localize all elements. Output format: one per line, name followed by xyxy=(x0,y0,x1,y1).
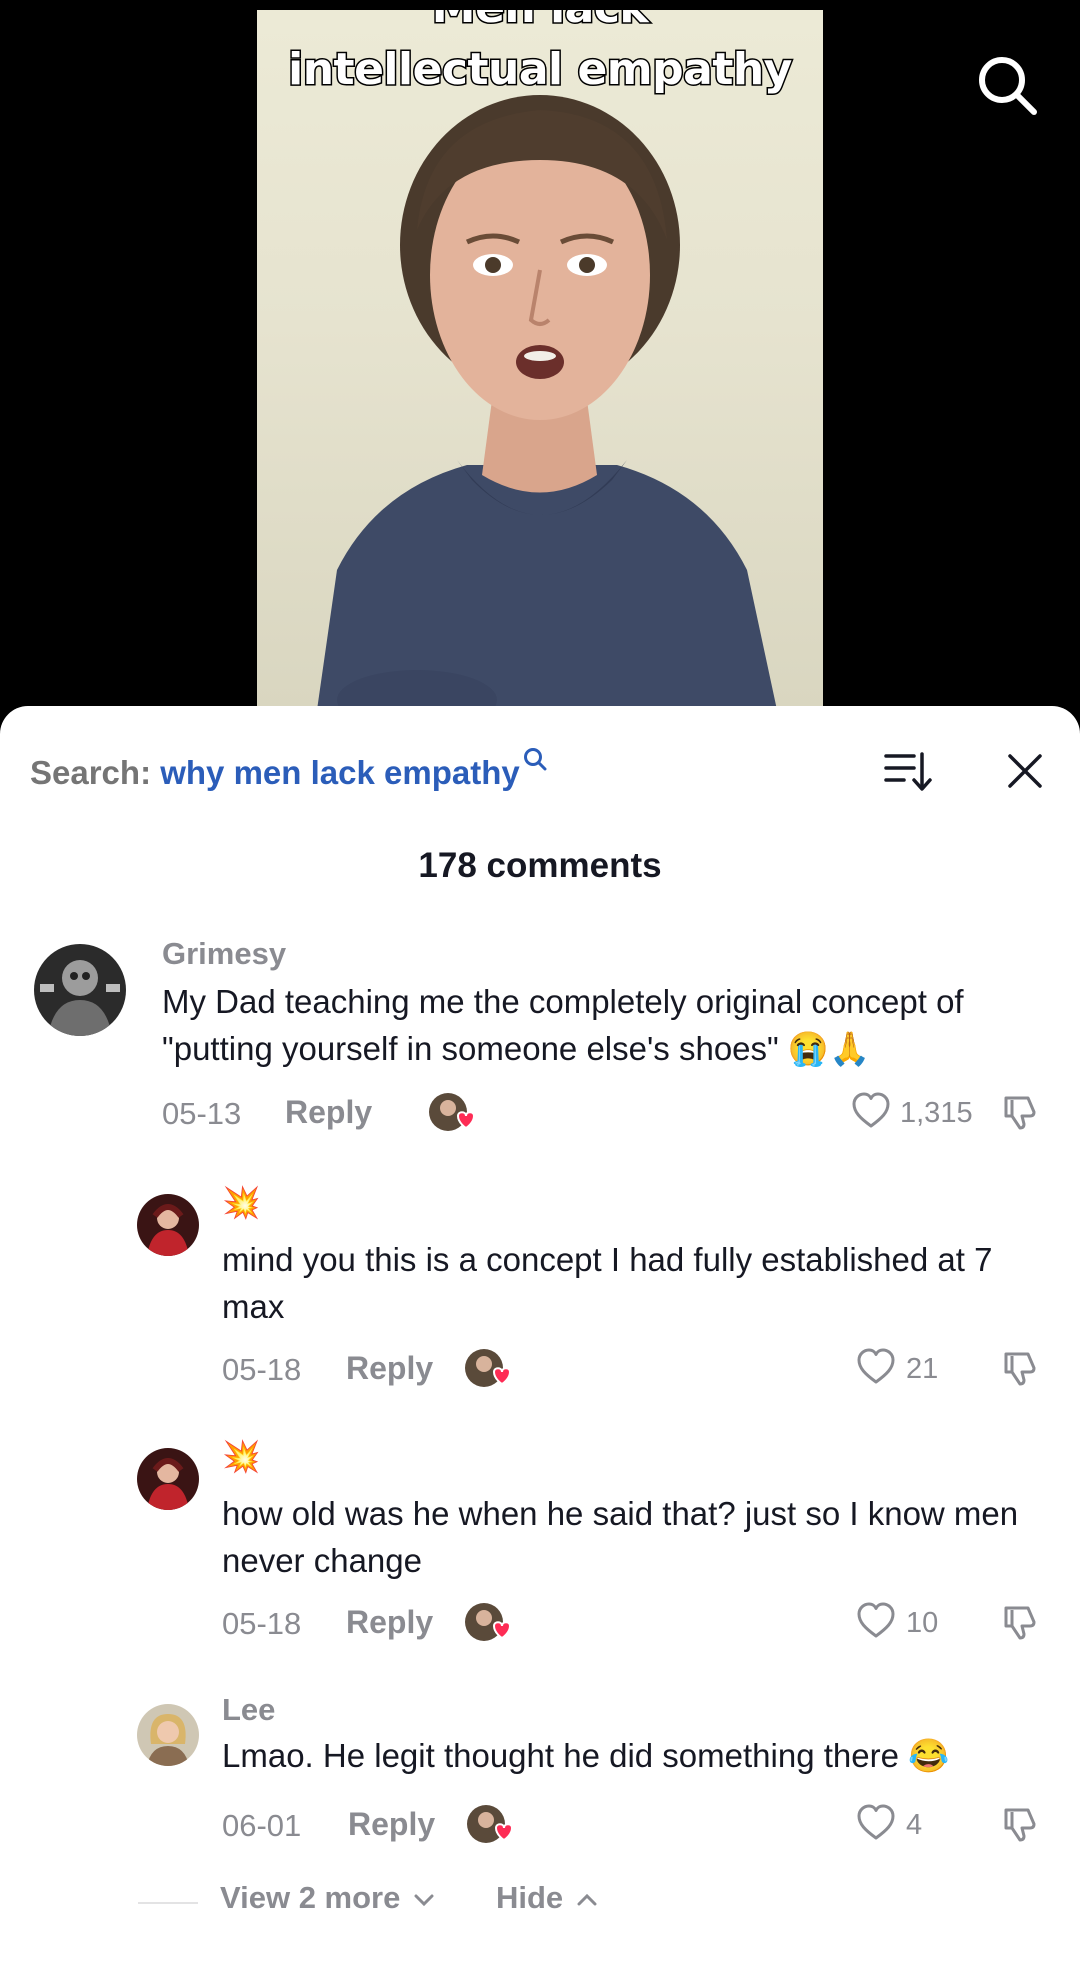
comment-username[interactable]: 💥 xyxy=(222,1438,261,1475)
video-player[interactable]: Men lack intellectual empathy xyxy=(0,0,1080,720)
video-caption-top: Men lack xyxy=(257,10,823,31)
reply-item: 💥 how old was he when he said that? just… xyxy=(0,1438,1080,1641)
creator-liked-badge xyxy=(429,1093,476,1131)
reply-button[interactable]: Reply xyxy=(346,1350,433,1387)
chevron-down-icon xyxy=(414,1894,434,1907)
thumbs-down-icon[interactable] xyxy=(1000,1346,1044,1390)
heart-icon[interactable] xyxy=(855,1802,897,1844)
comment-item: Grimesy My Dad teaching me the completel… xyxy=(0,930,1080,1132)
sort-icon[interactable] xyxy=(880,744,934,798)
heart-icon[interactable] xyxy=(855,1346,897,1388)
comment-text: My Dad teaching me the completely origin… xyxy=(162,983,964,1067)
chevron-up-icon xyxy=(577,1893,597,1906)
comment-text: how old was he when he said that? just s… xyxy=(222,1495,1019,1579)
view-more-label: View 2 more xyxy=(220,1880,401,1915)
avatar[interactable] xyxy=(137,1194,199,1256)
reply-item: Lee Lmao. He legit thought he did someth… xyxy=(0,1692,1080,1852)
thumbs-down-icon[interactable] xyxy=(1000,1600,1044,1644)
comment-search-link[interactable]: Search: why men lack empathy xyxy=(30,746,548,792)
creator-liked-badge xyxy=(465,1349,512,1387)
like-count: 1,315 xyxy=(900,1097,973,1129)
heart-icon[interactable] xyxy=(855,1600,897,1642)
like-count: 10 xyxy=(906,1607,939,1639)
creator-liked-badge xyxy=(465,1603,512,1641)
comment-date: 05-13 xyxy=(162,1096,242,1131)
thumbs-down-icon[interactable] xyxy=(1000,1802,1044,1846)
comment-text: Lmao. He legit thought he did something … xyxy=(222,1737,950,1774)
comment-username[interactable]: Grimesy xyxy=(162,936,286,972)
video-frame[interactable]: Men lack intellectual empathy xyxy=(257,10,823,710)
reply-item: 💥 mind you this is a concept I had fully… xyxy=(0,1184,1080,1387)
replies-divider xyxy=(138,1902,198,1904)
comment-count: 178 comments xyxy=(418,846,662,885)
like-count: 4 xyxy=(906,1809,923,1841)
hide-replies-button[interactable]: Hide xyxy=(496,1880,598,1916)
thumbs-down-icon[interactable] xyxy=(1000,1090,1044,1134)
like-count: 21 xyxy=(906,1353,939,1385)
reply-button[interactable]: Reply xyxy=(285,1094,372,1131)
video-person-illustration xyxy=(317,95,777,710)
comments-header: Search: why men lack empathy xyxy=(0,706,1080,826)
comment-date: 05-18 xyxy=(222,1352,302,1387)
small-search-icon xyxy=(523,748,547,771)
comment-username[interactable]: Lee xyxy=(222,1692,275,1728)
creator-liked-badge xyxy=(467,1805,514,1843)
avatar[interactable] xyxy=(137,1704,199,1766)
view-more-replies-button[interactable]: View 2 more xyxy=(220,1880,435,1916)
search-prefix: Search: xyxy=(30,754,152,791)
avatar[interactable] xyxy=(34,944,126,1036)
video-caption: intellectual empathy xyxy=(287,44,794,95)
reply-button[interactable]: Reply xyxy=(348,1806,435,1843)
comments-panel: Search: why men lack empathy 178 comment… xyxy=(0,706,1080,1979)
reply-button[interactable]: Reply xyxy=(346,1604,433,1641)
close-icon[interactable] xyxy=(998,744,1052,798)
heart-icon[interactable] xyxy=(850,1090,892,1132)
hide-label: Hide xyxy=(496,1880,564,1915)
comment-date: 06-01 xyxy=(222,1808,302,1843)
comment-text: mind you this is a concept I had fully e… xyxy=(222,1241,993,1325)
search-query[interactable]: why men lack empathy xyxy=(160,754,519,791)
search-icon[interactable] xyxy=(976,54,1040,118)
avatar[interactable] xyxy=(137,1448,199,1510)
comment-username[interactable]: 💥 xyxy=(222,1184,261,1221)
comment-date: 05-18 xyxy=(222,1606,302,1641)
